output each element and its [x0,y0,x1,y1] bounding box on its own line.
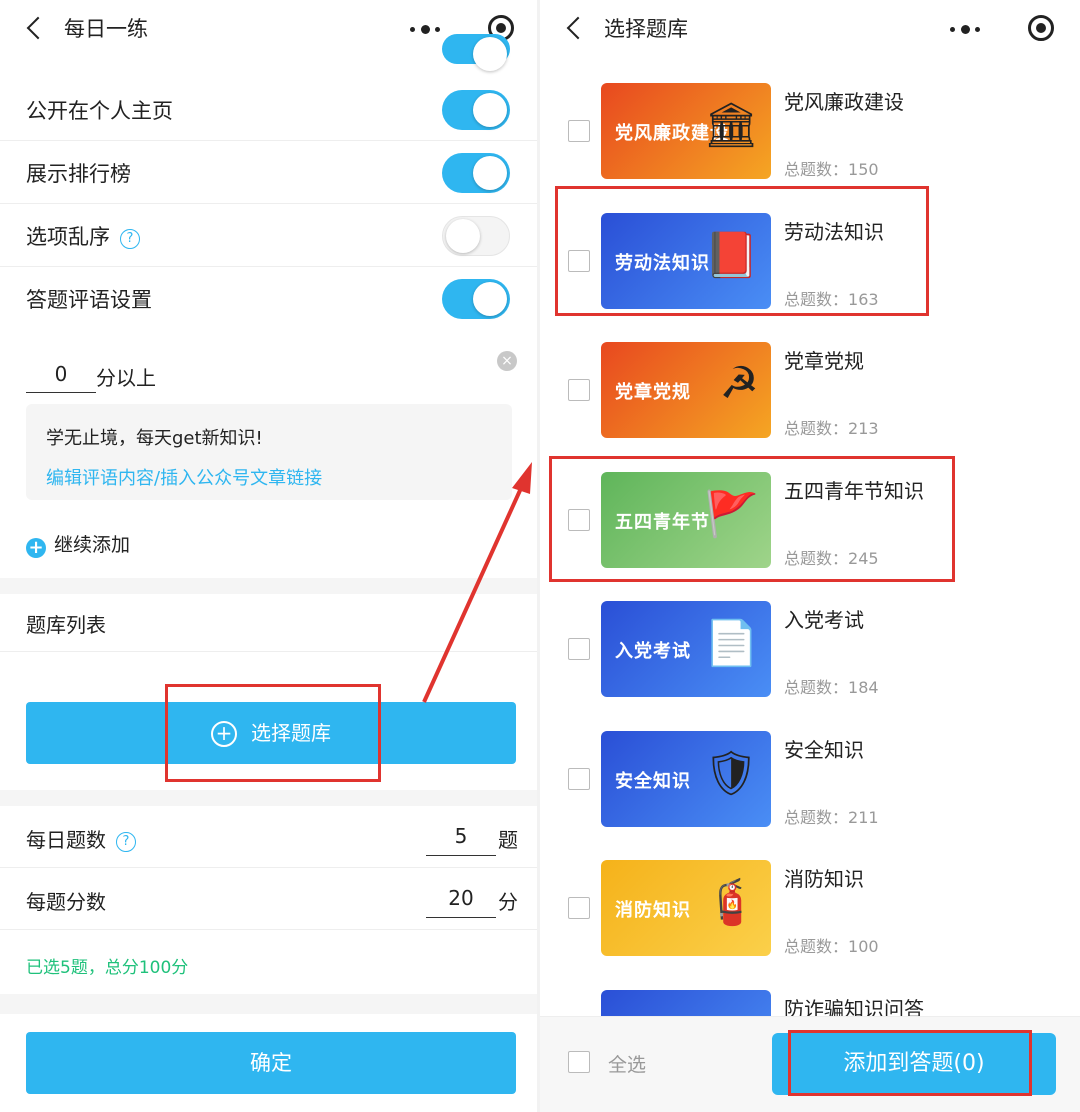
bank-question-count: 总题数：100 [784,937,879,956]
help-icon[interactable]: ? [120,229,140,249]
bank-name: 消防知识 [784,867,864,891]
bank-thumbnail: 党风廉政建设 🏛 [601,83,771,179]
daily-count-unit: 题 [498,828,518,852]
bank-checkbox[interactable] [568,767,590,790]
page-title: 每日一练 [64,17,148,41]
comment-text: 学无止境，每天get新知识! [46,428,263,449]
comment-setting-toggle[interactable] [442,279,510,319]
select-bank-panel: 选择题库 党风廉政建设 🏛 党风廉政建设 总题数：150 劳动法知识 📕 劳动法知识 总题数：… [540,0,1080,1112]
per-score-unit: 分 [498,890,518,914]
bank-item[interactable]: 消防知识 🧯 消防知识总题数：100 [540,857,1080,987]
bank-checkbox[interactable] [568,120,590,142]
bank-name: 安全知识 [784,737,864,762]
thumbnail-title: 入党考试 [615,641,691,662]
setting-label: 答题评语设置 [26,288,152,312]
screenshot-root: 每日一练 公开在个人主页 展示排行榜 选项乱序? 答题评语设置 0 分以上 × [0,0,1080,1112]
bank-question-count: 总题数：150 [784,160,879,179]
section-divider [0,994,540,1014]
per-score-label: 每题分数 [26,890,106,914]
bank-question-count: 总题数：211 [784,807,879,827]
thumbnail-art-icon: ☭ [719,358,759,409]
shuffle-options-toggle[interactable] [442,216,510,256]
bank-list-title: 题库列表 [26,613,106,637]
more-icon[interactable] [950,25,984,34]
remove-comment-icon[interactable]: × [497,351,517,371]
bank-checkbox[interactable] [568,379,590,401]
bank-name: 党风廉政建设 [784,90,904,114]
section-divider [0,790,540,806]
bank-item[interactable]: 安全知识 🛡 安全知识总题数：211 [540,728,1080,858]
more-icon[interactable] [410,25,444,34]
setting-label: 展示排行榜 [26,162,131,186]
bank-checkbox[interactable] [568,638,590,660]
bank-name: 入党考试 [784,608,864,632]
mini-program-capsule [950,10,1060,46]
select-all-checkbox[interactable] [568,1051,590,1073]
setting-comment: 答题评语设置 [0,267,540,330]
bank-item[interactable]: 党章党规 ☭ 党章党规总题数：213 [540,339,1080,469]
thumbnail-art-icon: 🧯 [704,877,759,928]
setting-show-ranking: 展示排行榜 [0,141,540,204]
bank-thumbnail: 党章党规 ☭ [601,342,771,438]
score-threshold-input[interactable]: 0 [26,357,96,393]
select-all-label[interactable]: 全选 [608,1050,646,1077]
bank-thumbnail: 安全知识 🛡 [601,730,771,827]
highlight-box [788,1030,1032,1096]
close-target-icon[interactable] [1028,15,1054,41]
comment-box: 学无止境，每天get新知识! 编辑评语内容/插入公众号文章链接 [26,404,512,500]
setting-label: 选项乱序? [26,221,140,251]
section-divider [0,578,540,594]
add-more-button[interactable]: + 继续添加 [26,530,130,558]
add-circle-icon: + [26,538,46,558]
highlight-box [165,684,381,782]
thumbnail-title: 安全知识 [615,770,691,792]
show-ranking-toggle[interactable] [442,153,510,193]
highlight-box [549,456,955,582]
daily-count-row: 每日题数? 5 题 [0,806,540,868]
public-profile-toggle[interactable] [442,90,510,130]
thumbnail-art-icon: 📄 [704,618,759,669]
score-suffix: 分以上 [96,366,156,390]
page-title: 选择题库 [604,17,688,41]
back-icon[interactable] [24,14,48,42]
bank-checkbox[interactable] [568,897,590,919]
thumbnail-title: 党章党规 [615,382,691,403]
confirm-button[interactable]: 确定 [26,1032,516,1094]
edit-comment-link[interactable]: 编辑评语内容/插入公众号文章链接 [46,464,322,490]
thumbnail-title: 消防知识 [615,900,691,921]
daily-count-input[interactable]: 5 [426,820,496,856]
per-score-input[interactable]: 20 [426,882,496,918]
bank-item[interactable]: 入党考试 📄 入党考试总题数：184 [540,598,1080,728]
bank-question-count: 总题数：184 [784,678,879,697]
bank-question-count: 总题数：213 [784,419,879,438]
partial-toggle[interactable] [442,34,510,71]
daily-count-label: 每日题数? [26,824,136,853]
daily-practice-panel: 每日一练 公开在个人主页 展示排行榜 选项乱序? 答题评语设置 0 分以上 × [0,0,540,1112]
thumbnail-art-icon: 🛡 [703,747,759,799]
setting-shuffle-options: 选项乱序? [0,204,540,267]
right-navbar: 选择题库 [540,0,1080,56]
highlight-box [555,186,929,316]
help-icon[interactable]: ? [116,832,136,852]
selection-summary: 已选5题，总分100分 [26,958,189,978]
bank-name: 党章党规 [784,349,864,373]
per-score-row: 每题分数 20 分 [0,868,540,930]
setting-public-profile: 公开在个人主页 [0,78,540,141]
thumbnail-art-icon: 🏛 [703,100,759,151]
bank-thumbnail: 入党考试 📄 [601,601,771,697]
setting-label: 公开在个人主页 [26,99,173,123]
bank-thumbnail: 消防知识 🧯 [601,860,771,956]
back-icon[interactable] [564,14,588,42]
